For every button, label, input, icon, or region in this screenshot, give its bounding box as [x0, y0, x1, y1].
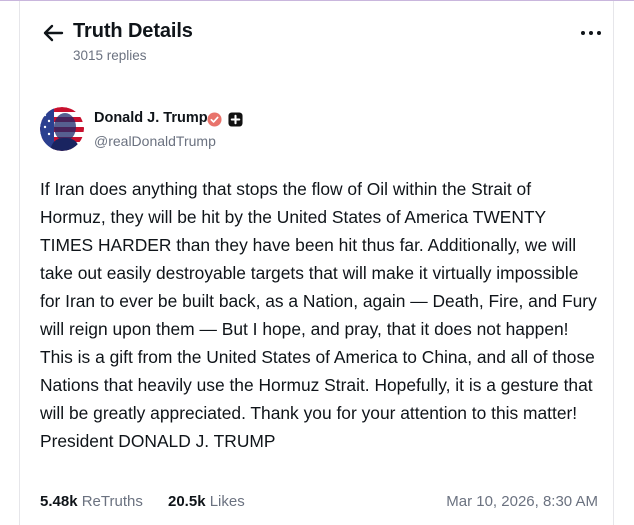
post-author: Donald J. Trump @realDonaldTrump	[40, 107, 440, 153]
post-timestamp: Mar 10, 2026, 8:30 AM	[446, 493, 598, 510]
likes-label: Likes	[209, 493, 245, 510]
page-header: Truth Details 3015 replies	[40, 18, 604, 68]
retruths-count: 5.48k	[40, 493, 78, 510]
more-options-button[interactable]	[580, 24, 602, 40]
likes-count: 20.5k	[168, 493, 206, 510]
plus-badge-icon	[228, 112, 243, 127]
page-title: Truth Details	[73, 20, 193, 42]
likes-stat[interactable]: 20.5k Likes	[168, 493, 245, 510]
post-stats: 5.48k ReTruths 20.5k Likes Mar 10, 2026,…	[40, 493, 600, 515]
verified-badge-icon	[207, 112, 222, 127]
retruths-stat[interactable]: 5.48k ReTruths	[40, 493, 143, 510]
author-name[interactable]: Donald J. Trump	[94, 110, 208, 126]
arrow-left-icon	[43, 24, 64, 42]
post-text: If Iran does anything that stops the flo…	[40, 179, 597, 451]
back-button[interactable]	[42, 23, 64, 43]
top-border	[0, 0, 634, 1]
reply-count: 3015 replies	[73, 48, 147, 63]
avatar[interactable]	[40, 107, 84, 151]
author-handle[interactable]: @realDonaldTrump	[94, 133, 216, 149]
retruths-label: ReTruths	[81, 493, 143, 510]
